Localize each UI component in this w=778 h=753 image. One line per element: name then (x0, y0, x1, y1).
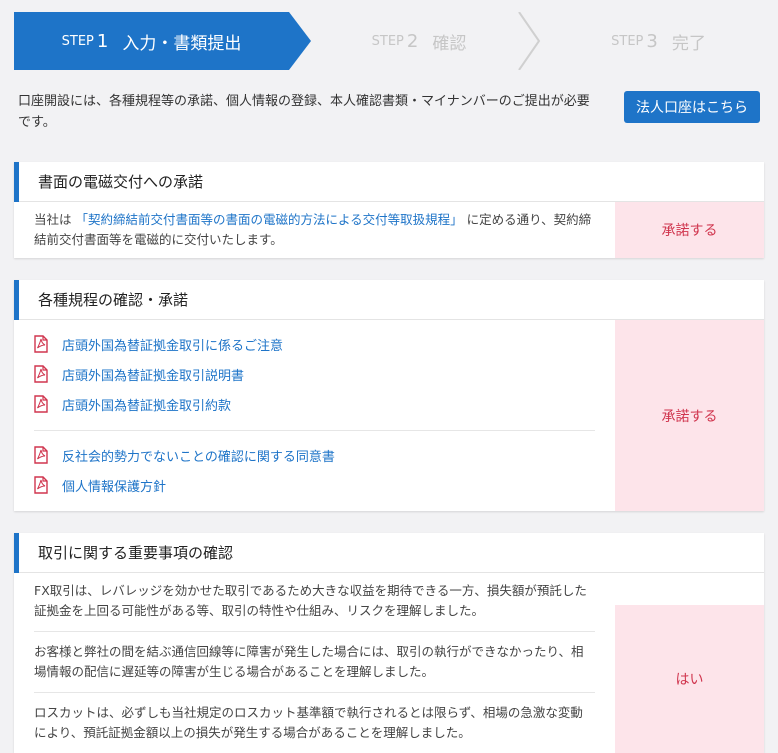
document-link-label: 反社会的勢力でないことの確認に関する同意書 (62, 449, 335, 465)
section-title: 取引に関する重要事項の確認 (14, 533, 764, 573)
confirmation-item: お客様と弊社の間を結ぶ通信回線等に障害が発生した場合には、取引の執行ができなかっ… (34, 644, 584, 679)
electronic-delivery-card: 書面の電磁交付への承諾 当社は 「契約締結前交付書面等の書面の電磁的方法による交… (14, 162, 764, 258)
consent-button[interactable]: 承諾する (615, 202, 764, 258)
step-number: 3 (646, 30, 658, 52)
section-title: 書面の電磁交付への承諾 (14, 162, 764, 202)
document-link[interactable]: 店頭外国為替証拠金取引約款 (34, 389, 595, 419)
section-text: 当社は 「契約締結前交付書面等の書面の電磁的方法による交付等取扱規程」 に定める… (14, 202, 615, 258)
step-3: STEP 3 完了 (554, 12, 763, 70)
pdf-icon (34, 365, 48, 383)
step-label: 確認 (432, 33, 467, 54)
step-label: 入力・書類提出 (122, 33, 242, 54)
section-title: 各種規程の確認・承諾 (14, 280, 764, 320)
divider (34, 430, 595, 431)
consent-button[interactable]: 承諾する (615, 320, 764, 511)
rules-consent-card: 各種規程の確認・承諾 店頭外国為替証拠金取引に係るご注意 店頭外国為替証拠金取引… (14, 280, 764, 511)
step-2: STEP 2 確認 (304, 12, 534, 70)
text-before: 当社は (34, 212, 72, 227)
document-link[interactable]: 反社会的勢力でないことの確認に関する同意書 (34, 440, 595, 470)
document-link[interactable]: 店頭外国為替証拠金取引に係るご注意 (34, 329, 595, 359)
document-link-label: 個人情報保護方針 (62, 479, 167, 495)
confirmation-item: ロスカットは、必ずしも当社規定のロスカット基準額で執行されるとは限らず、相場の急… (34, 705, 583, 740)
step-number: 1 (96, 30, 109, 52)
yes-button[interactable]: はい (615, 605, 764, 753)
document-link-label: 店頭外国為替証拠金取引に係るご注意 (62, 338, 284, 354)
step-1-current: STEP 1 入力・書類提出 (14, 12, 311, 70)
pdf-icon (34, 335, 48, 353)
divider (34, 692, 595, 693)
document-link-label: 店頭外国為替証拠金取引約款 (62, 398, 232, 414)
delivery-rules-link[interactable]: 「契約締結前交付書面等の書面の電磁的方法による交付等取扱規程」 (76, 212, 463, 227)
step-prefix: STEP (611, 33, 644, 49)
step-number: 2 (406, 30, 419, 52)
step-prefix: STEP (371, 33, 404, 49)
intro-text: 口座開設には、各種規程等の承諾、個人情報の登録、本人確認書類・マイナンバーのご提… (18, 94, 590, 130)
document-link[interactable]: 個人情報保護方針 (34, 470, 595, 500)
divider (34, 631, 595, 632)
document-link[interactable]: 店頭外国為替証拠金取引説明書 (34, 359, 595, 389)
step-label: 完了 (671, 33, 706, 54)
pdf-icon (34, 476, 48, 494)
document-link-label: 店頭外国為替証拠金取引説明書 (62, 368, 245, 384)
pdf-icon (34, 446, 48, 464)
corporate-account-button[interactable]: 法人口座はこちら (624, 91, 760, 123)
important-matters-card: 取引に関する重要事項の確認 FX取引は、レバレッジを効かせた取引であるため大きな… (14, 533, 764, 753)
confirmation-item: FX取引は、レバレッジを効かせた取引であるため大きな収益を期待できる一方、損失額… (34, 583, 587, 618)
pdf-icon (34, 395, 48, 413)
step-prefix: STEP (61, 33, 94, 49)
step-progress-bar: STEP 1 入力・書類提出 STEP 2 確認 STEP 3 完了 (14, 12, 763, 70)
